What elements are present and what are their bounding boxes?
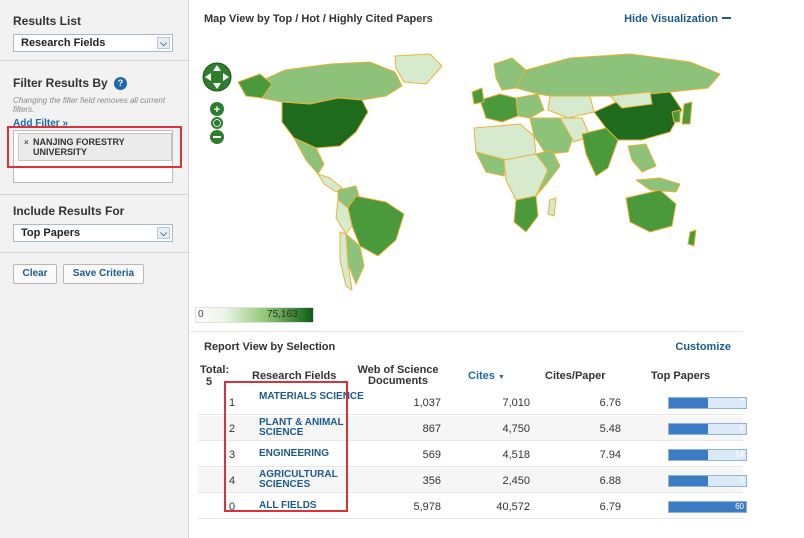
chevron-down-icon: ⌵	[157, 37, 170, 49]
cites-per-paper-value: 6.88	[599, 475, 621, 487]
clear-button[interactable]: Clear	[13, 264, 57, 284]
region-australia	[625, 189, 677, 233]
region-japan	[681, 101, 693, 125]
region-se-asia	[627, 143, 657, 173]
results-list-title: Results List	[13, 14, 82, 28]
legend-max: 75,163	[267, 309, 298, 320]
top-papers-value: 7	[739, 398, 744, 407]
top-papers-value: 6	[739, 424, 744, 433]
report-panel: Report View by Selection Customize Total…	[190, 331, 747, 538]
divider	[0, 252, 189, 253]
sidebar: Results List Research Fields ⌵ Filter Re…	[0, 0, 189, 538]
cites-value: 4,518	[502, 449, 530, 461]
include-results-select[interactable]: Top Papers ⌵	[13, 224, 173, 242]
filter-results-title: Filter Results By ?	[13, 76, 128, 90]
cites-value: 2,450	[502, 475, 530, 487]
map-zoom-controls[interactable]: +	[202, 57, 234, 147]
cites-per-paper-value: 5.48	[599, 423, 621, 435]
top-papers-value: 60	[735, 502, 744, 511]
top-papers-value: 3	[739, 476, 744, 485]
region-central-america	[317, 173, 343, 193]
cites-value: 7,010	[502, 397, 530, 409]
include-results-title: Include Results For	[13, 204, 125, 218]
region-canada	[249, 61, 403, 105]
region-kazakhstan	[547, 95, 595, 119]
header-cites-label: Cites	[468, 370, 495, 382]
report-title: Report View by Selection	[204, 341, 336, 353]
top-papers-bar-fill	[669, 398, 708, 408]
help-icon[interactable]: ?	[114, 77, 128, 90]
world-map[interactable]	[190, 0, 743, 330]
top-papers-bar-fill	[669, 450, 708, 460]
top-papers-bar-fill	[669, 476, 708, 486]
region-indonesia	[635, 177, 681, 193]
top-papers-bar: 14	[668, 449, 747, 461]
wos-documents-value: 867	[422, 423, 441, 435]
region-uk	[471, 87, 485, 105]
map-panel: Map View by Top / Hot / Highly Cited Pap…	[190, 0, 743, 330]
divider	[0, 194, 189, 195]
globe-icon	[211, 117, 223, 129]
top-papers-bar: 6	[668, 423, 747, 435]
region-greenland	[394, 53, 443, 85]
top-papers-bar: 60	[668, 501, 747, 513]
cites-per-paper-value: 6.79	[599, 501, 621, 513]
color-legend: 0 75,163	[195, 307, 314, 323]
top-papers-bar: 3	[668, 475, 747, 487]
total-value: 5	[206, 376, 213, 388]
region-europe-east	[515, 93, 545, 119]
include-results-value: Top Papers	[21, 227, 81, 239]
wos-documents-value: 5,978	[413, 501, 441, 513]
region-new-zealand	[687, 229, 697, 247]
highlight-box	[224, 381, 348, 512]
total-label: Total:	[200, 364, 230, 376]
chevron-down-icon: ⌵	[157, 227, 170, 239]
customize-link[interactable]: Customize	[675, 341, 731, 353]
region-korea	[671, 109, 681, 123]
svg-text:+: +	[214, 104, 220, 116]
legend-min: 0	[198, 309, 204, 320]
region-south-africa	[513, 195, 539, 233]
results-list-select[interactable]: Research Fields ⌵	[13, 34, 173, 52]
sort-desc-icon: ▼	[497, 374, 505, 381]
region-madagascar	[547, 197, 557, 217]
filter-note: Changing the filter field removes all cu…	[13, 96, 166, 114]
region-russia	[515, 53, 721, 97]
wos-documents-value: 356	[422, 475, 441, 487]
top-papers-bar-fill	[669, 424, 708, 434]
top-papers-value: 14	[735, 450, 744, 459]
save-criteria-button[interactable]: Save Criteria	[63, 264, 144, 284]
region-europe-west	[479, 93, 519, 123]
results-list-value: Research Fields	[21, 37, 106, 49]
wos-documents-value: 1,037	[413, 397, 441, 409]
wos-documents-value: 569	[422, 449, 441, 461]
cites-per-paper-value: 6.76	[599, 397, 621, 409]
divider	[0, 60, 189, 61]
cites-value: 40,572	[496, 501, 530, 513]
header-cites-per-paper: Cites/Paper	[545, 370, 606, 382]
header-wos-documents: Web of Science Documents	[357, 364, 439, 387]
cites-value: 4,750	[502, 423, 530, 435]
cites-per-paper-value: 7.94	[599, 449, 621, 461]
header-top-papers: Top Papers	[651, 370, 711, 382]
header-cites[interactable]: Cites ▼	[468, 371, 505, 383]
highlight-box	[7, 126, 182, 168]
top-papers-bar: 7	[668, 397, 747, 409]
filter-results-label: Filter Results By	[13, 76, 108, 90]
